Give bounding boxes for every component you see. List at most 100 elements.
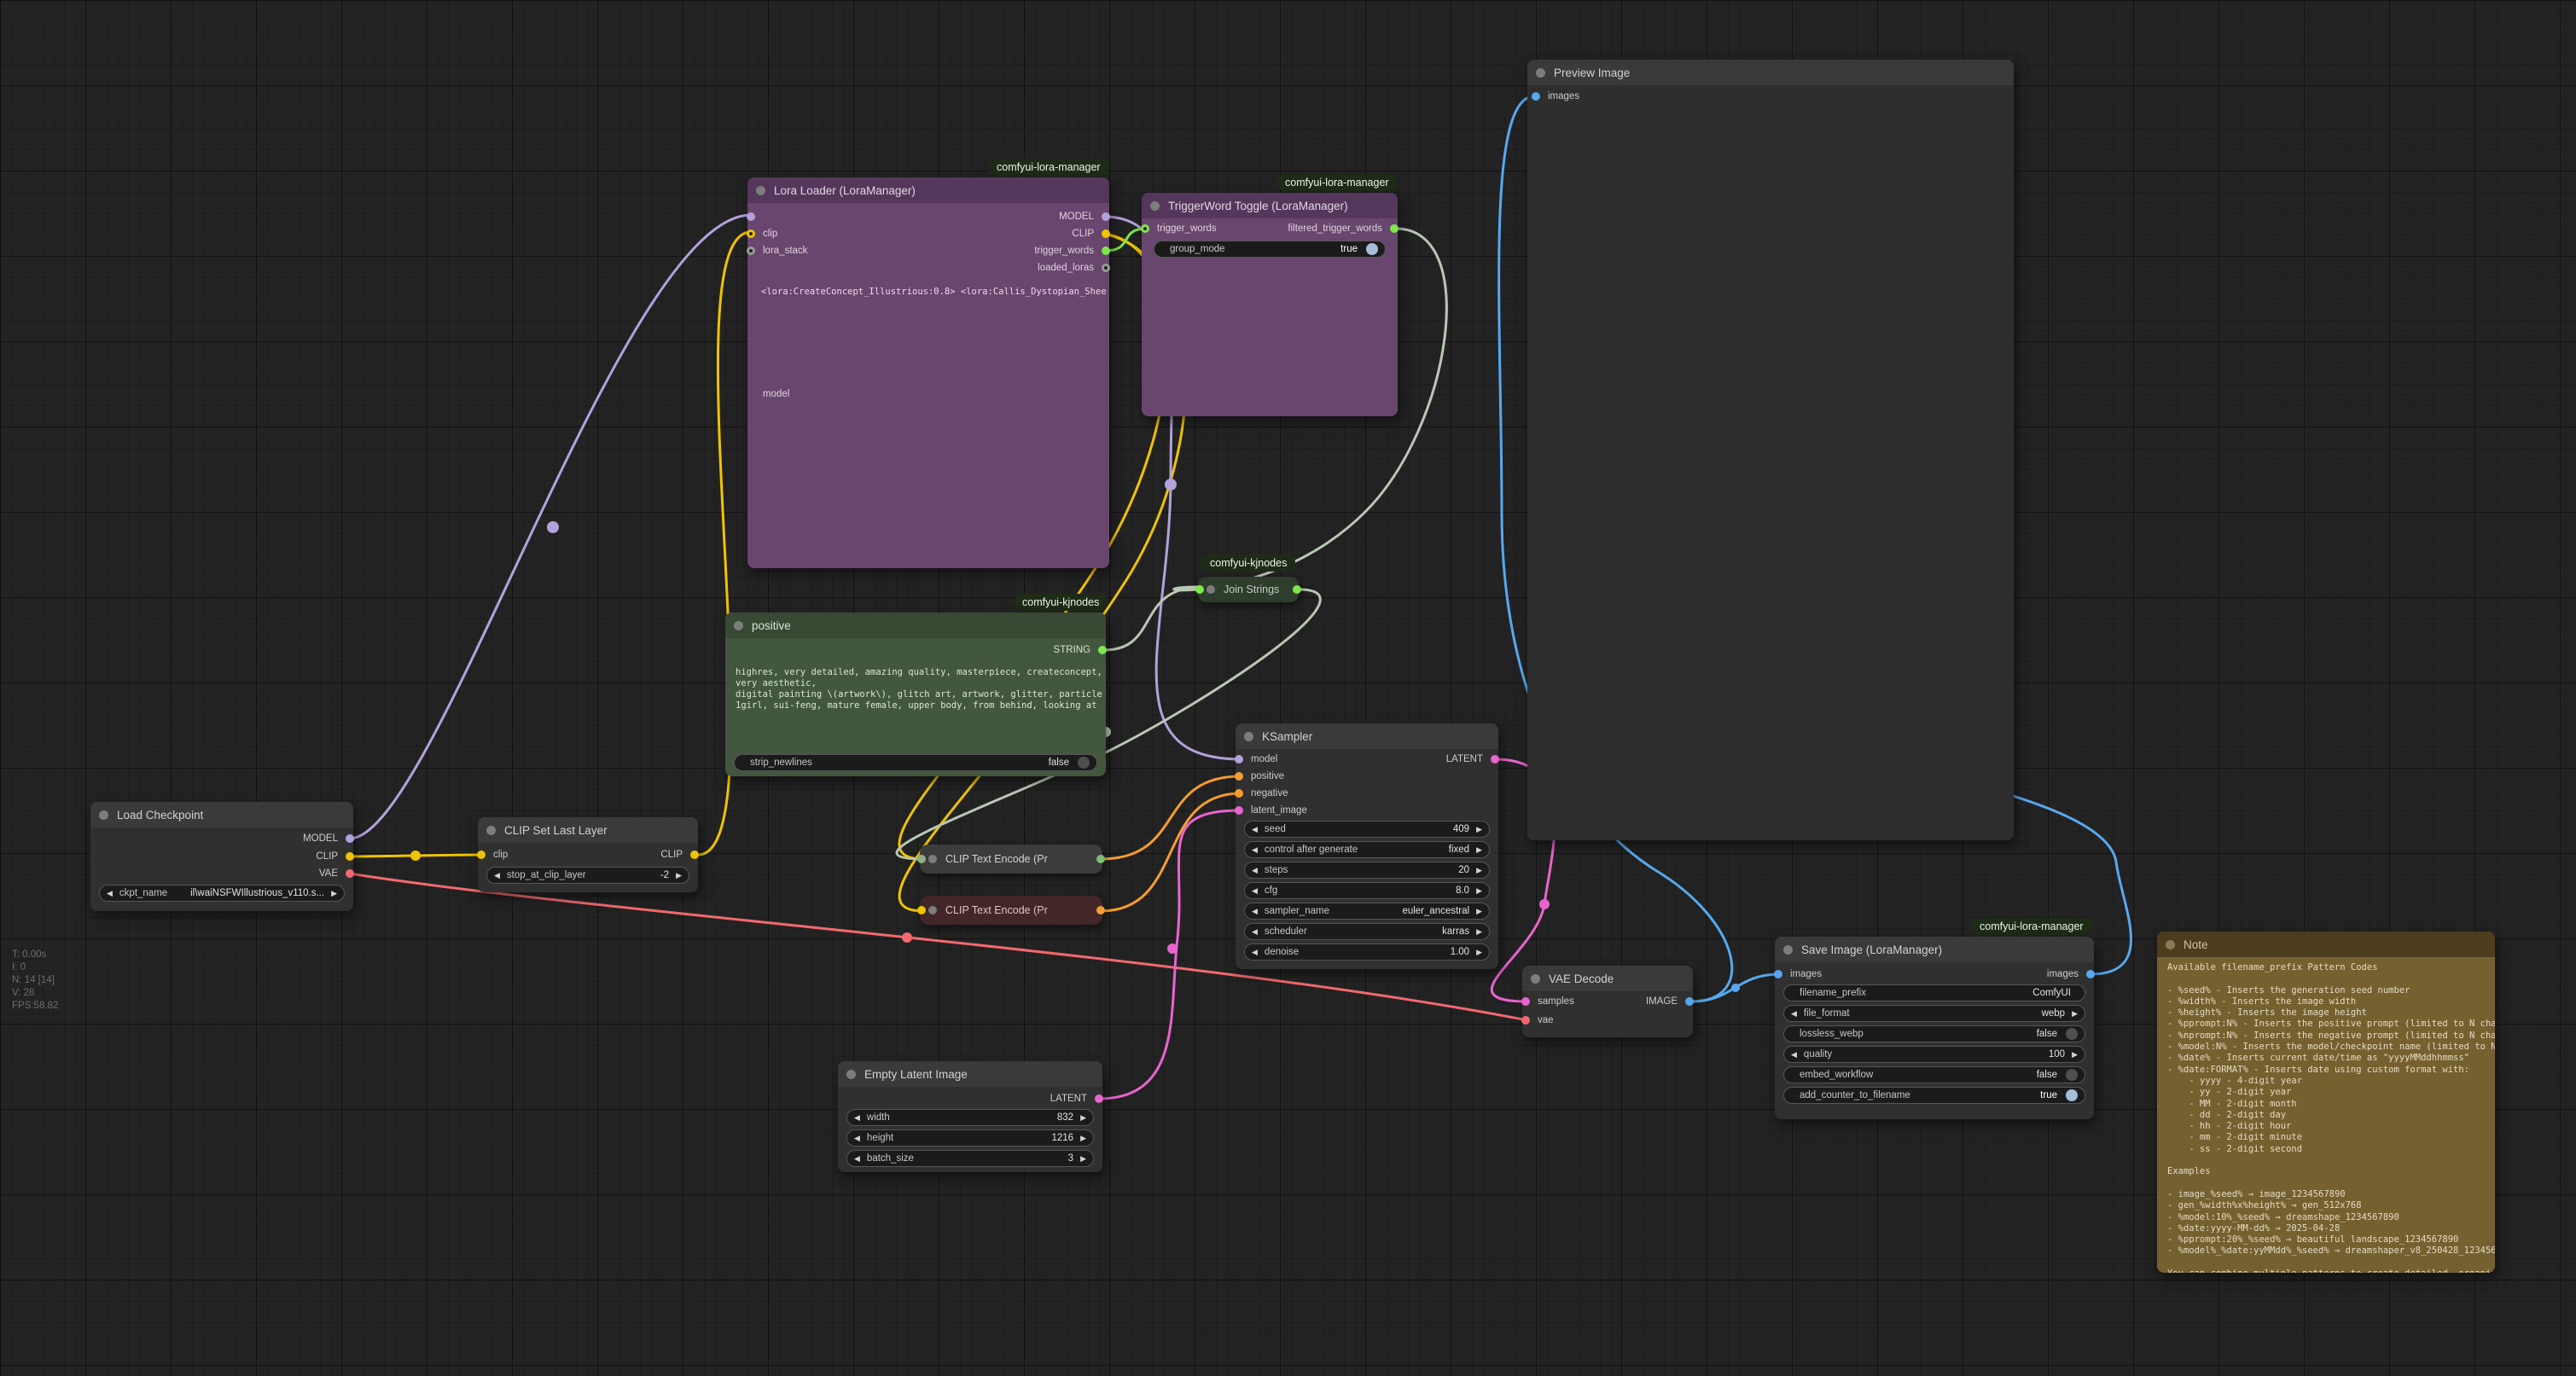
output-dot-trigger-words[interactable] — [1102, 247, 1110, 255]
lora-syntax-text[interactable]: <lora:CreateConcept_Illustrious:0.8> <lo… — [761, 287, 1106, 297]
input-dot-lora-stack[interactable] — [747, 247, 755, 255]
collapse-icon[interactable] — [756, 186, 765, 195]
prompt-textarea[interactable]: highres, very detailed, amazing quality,… — [736, 667, 1102, 749]
collapsed-output-dot[interactable] — [1096, 906, 1105, 914]
node-title-bar[interactable]: Save Image (LoraManager) — [1775, 937, 2094, 962]
combo-right-icon[interactable]: ▶ — [1476, 886, 1482, 896]
combo-left-icon[interactable]: ◀ — [854, 1113, 860, 1123]
strip-newlines-toggle[interactable]: strip_newlines false — [734, 754, 1097, 771]
output-dot-clip[interactable] — [690, 851, 699, 859]
collapsed-input-dot[interactable] — [1195, 585, 1204, 594]
seed-widget[interactable]: ◀ seed 409 ▶ — [1244, 821, 1490, 838]
node-title-bar[interactable]: Lora Loader (LoraManager) — [747, 177, 1109, 203]
stop-at-clip-layer-widget[interactable]: ◀ stop_at_clip_layer -2 ▶ — [486, 867, 689, 884]
collapse-icon[interactable] — [486, 826, 496, 835]
file-format-widget[interactable]: ◀ file_format webp ▶ — [1783, 1005, 2085, 1022]
output-dot-latent[interactable] — [1095, 1094, 1103, 1103]
node-empty-latent-image[interactable]: Empty Latent Image LATENT ◀ width 832 ▶ … — [838, 1061, 1102, 1172]
quality-widget[interactable]: ◀ quality 100 ▶ — [1783, 1046, 2085, 1063]
node-note[interactable]: Note Available filename_prefix Pattern C… — [2157, 932, 2495, 1273]
input-dot-positive[interactable] — [1235, 772, 1243, 781]
combo-left-icon[interactable]: ◀ — [1252, 927, 1258, 937]
input-dot-model[interactable] — [747, 212, 755, 221]
collapse-icon[interactable] — [1531, 974, 1540, 984]
output-dot-clip[interactable] — [1102, 229, 1110, 238]
output-dot-latent[interactable] — [1491, 755, 1499, 763]
node-title-bar[interactable]: positive — [725, 613, 1106, 638]
steps-widget[interactable]: ◀ steps 20 ▶ — [1244, 862, 1490, 879]
output-dot-filtered[interactable] — [1390, 224, 1398, 233]
combo-right-icon[interactable]: ▶ — [1476, 866, 1482, 875]
output-dot-images[interactable] — [2086, 970, 2095, 978]
toggle-circle-icon[interactable] — [1078, 757, 1090, 769]
output-dot-model[interactable] — [1102, 212, 1110, 221]
collapsed-output-dot[interactable] — [1293, 585, 1301, 594]
lossless-webp-toggle[interactable]: lossless_webp false — [1783, 1025, 2085, 1042]
input-dot-samples[interactable] — [1521, 997, 1530, 1006]
node-save-image[interactable]: Save Image (LoraManager) images images f… — [1775, 937, 2094, 1119]
input-dot-images[interactable] — [1532, 92, 1540, 101]
combo-left-icon[interactable]: ◀ — [1252, 948, 1258, 957]
collapse-icon[interactable] — [734, 621, 743, 630]
combo-left-icon[interactable]: ◀ — [494, 871, 500, 880]
embed-workflow-toggle[interactable]: embed_workflow false — [1783, 1066, 2085, 1083]
combo-right-icon[interactable]: ▶ — [1476, 948, 1482, 957]
node-triggerword-toggle[interactable]: TriggerWord Toggle (LoraManager) trigger… — [1142, 193, 1398, 416]
toggle-circle-icon[interactable] — [2066, 1089, 2078, 1101]
node-clip-set-last-layer[interactable]: CLIP Set Last Layer clip CLIP ◀ stop_at_… — [478, 817, 698, 892]
height-widget[interactable]: ◀ height 1216 ▶ — [846, 1129, 1094, 1147]
input-dot-vae[interactable] — [1521, 1016, 1530, 1025]
collapse-icon[interactable] — [846, 1070, 856, 1079]
node-graph-canvas[interactable]: T: 0.00s I: 0 N: 14 [14] V: 28 FPS:58.82… — [0, 0, 2576, 1376]
combo-left-icon[interactable]: ◀ — [1252, 825, 1258, 834]
batch-size-widget[interactable]: ◀ batch_size 3 ▶ — [846, 1150, 1094, 1167]
cfg-widget[interactable]: ◀ cfg 8.0 ▶ — [1244, 882, 1490, 899]
group-mode-toggle[interactable]: group_mode true — [1154, 241, 1386, 258]
node-lora-loader[interactable]: Lora Loader (LoraManager) model clip lor… — [747, 177, 1109, 568]
input-dot-trigger-words[interactable] — [1141, 224, 1149, 233]
combo-left-icon[interactable]: ◀ — [107, 889, 113, 898]
combo-right-icon[interactable]: ▶ — [1476, 907, 1482, 916]
toggle-circle-icon[interactable] — [1366, 243, 1378, 255]
collapse-icon[interactable] — [1536, 68, 1545, 78]
node-join-strings[interactable]: Join Strings — [1198, 577, 1299, 602]
combo-right-icon[interactable]: ▶ — [1080, 1113, 1086, 1123]
node-title-bar[interactable]: Note — [2157, 932, 2495, 957]
toggle-circle-icon[interactable] — [2066, 1028, 2078, 1040]
denoise-widget[interactable]: ◀ denoise 1.00 ▶ — [1244, 943, 1490, 961]
output-dot-clip[interactable] — [346, 852, 354, 861]
collapse-icon[interactable] — [1150, 201, 1160, 211]
combo-right-icon[interactable]: ▶ — [676, 871, 682, 880]
output-dot-loaded-loras[interactable] — [1102, 264, 1110, 272]
combo-left-icon[interactable]: ◀ — [1252, 845, 1258, 855]
output-dot-image[interactable] — [1685, 997, 1694, 1006]
combo-right-icon[interactable]: ▶ — [2072, 1009, 2078, 1019]
combo-left-icon[interactable]: ◀ — [1252, 907, 1258, 916]
input-dot-latent-image[interactable] — [1235, 806, 1243, 815]
node-title-bar[interactable]: KSampler — [1236, 723, 1498, 749]
combo-left-icon[interactable]: ◀ — [854, 1154, 860, 1164]
collapsed-input-dot[interactable] — [917, 855, 926, 863]
toggle-circle-icon[interactable] — [2066, 1069, 2078, 1081]
control-after-generate-widget[interactable]: ◀ control after generate fixed ▶ — [1244, 841, 1490, 858]
output-dot-string[interactable] — [1098, 646, 1107, 654]
combo-left-icon[interactable]: ◀ — [1252, 886, 1258, 896]
node-clip-text-encode-positive[interactable]: CLIP Text Encode (Pr — [920, 845, 1102, 874]
node-title-bar[interactable]: Preview Image — [1527, 60, 2014, 85]
collapse-icon[interactable] — [1244, 732, 1253, 741]
node-clip-text-encode-negative[interactable]: CLIP Text Encode (Pr — [920, 896, 1102, 925]
combo-left-icon[interactable]: ◀ — [1791, 1009, 1797, 1019]
filename-prefix-widget[interactable]: filename_prefix ComfyUI — [1783, 984, 2085, 1002]
collapse-icon[interactable] — [928, 906, 937, 914]
collapse-icon[interactable] — [1783, 945, 1793, 955]
node-ksampler[interactable]: KSampler model positive negative latent_… — [1236, 723, 1498, 969]
node-vae-decode[interactable]: VAE Decode samples vae IMAGE — [1522, 966, 1693, 1037]
sampler-name-widget[interactable]: ◀ sampler_name euler_ancestral ▶ — [1244, 903, 1490, 920]
combo-right-icon[interactable]: ▶ — [1476, 927, 1482, 937]
combo-right-icon[interactable]: ▶ — [1476, 845, 1482, 855]
combo-right-icon[interactable]: ▶ — [2072, 1050, 2078, 1060]
width-widget[interactable]: ◀ width 832 ▶ — [846, 1109, 1094, 1126]
collapse-icon[interactable] — [1207, 585, 1215, 594]
combo-left-icon[interactable]: ◀ — [854, 1134, 860, 1143]
collapsed-input-dot[interactable] — [917, 906, 926, 914]
